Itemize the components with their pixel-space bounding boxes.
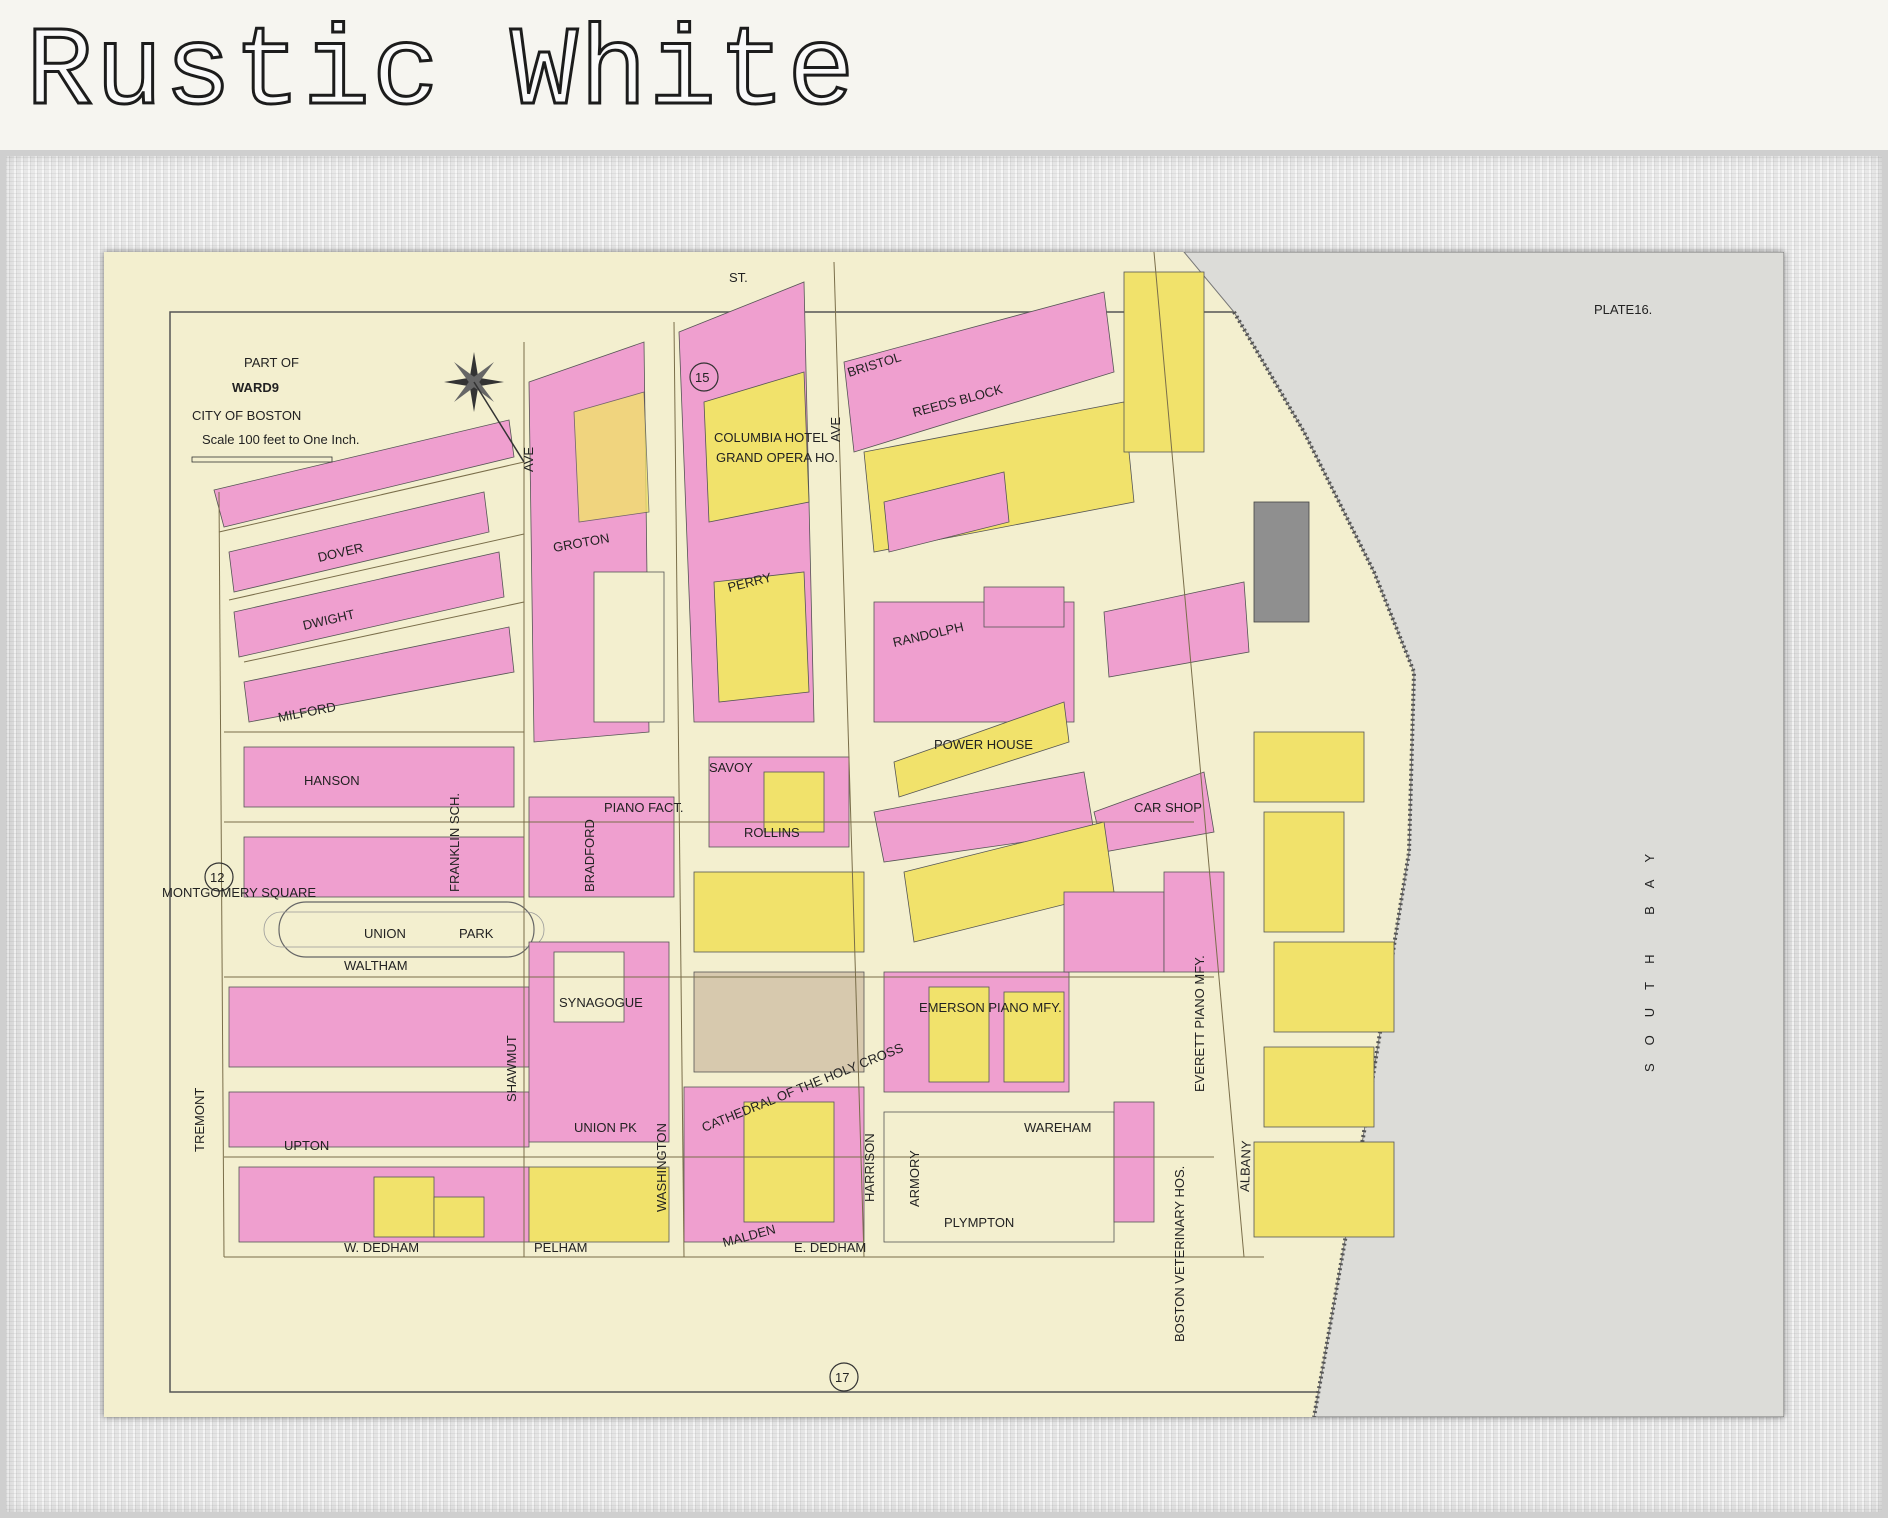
street-albany: ALBANY	[1237, 1140, 1254, 1192]
grand-opera-label: GRAND OPERA HO.	[716, 450, 838, 465]
map-canvas: PART OF WARD9 CITY OF BOSTON Scale 100 f…	[104, 252, 1784, 1417]
street-wareham: WAREHAM	[1024, 1120, 1091, 1135]
columbia-hotel-label: COLUMBIA HOTEL	[714, 430, 828, 445]
street-plympton: PLYMPTON	[944, 1215, 1014, 1230]
street-bradford: BRADFORD	[582, 819, 597, 892]
svg-text:15: 15	[695, 370, 709, 385]
car-shop-label: CAR SHOP	[1134, 800, 1202, 815]
south-bay-label: SOUTH BAY	[1642, 836, 1657, 1072]
street-rollins: ROLLINS	[744, 825, 800, 840]
street-shawmut: SHAWMUT	[504, 1035, 519, 1102]
street-upton: UPTON	[284, 1138, 329, 1153]
street-pelham: PELHAM	[534, 1240, 587, 1255]
street-savoy: SAVOY	[709, 760, 753, 775]
street-tremont: TREMONT	[192, 1088, 207, 1152]
street-e-dedham: E. DEDHAM	[794, 1240, 866, 1255]
scale-text: Scale 100 feet to One Inch.	[202, 432, 360, 447]
street-ave-shawmut: AVE	[521, 447, 536, 472]
power-house-label: POWER HOUSE	[934, 737, 1033, 752]
armory-label: ARMORY	[907, 1150, 922, 1207]
map-sheet: PART OF WARD9 CITY OF BOSTON Scale 100 f…	[104, 252, 1784, 1417]
svg-text:12: 12	[210, 870, 224, 885]
title-line-2: WARD9	[232, 380, 279, 395]
street-ave-harrison: AVE	[828, 417, 843, 442]
street-harrison: HARRISON	[862, 1133, 877, 1202]
union-park-label-2: PARK	[459, 926, 494, 941]
montgomery-square: MONTGOMERY SQUARE	[162, 885, 316, 900]
everett-piano-label: EVERETT PIANO MFY.	[1192, 955, 1207, 1092]
cathedral-footprint	[693, 971, 865, 1073]
franklin-sch-label: FRANKLIN SCH.	[447, 793, 462, 892]
boston-veterinary-label: BOSTON VETERINARY HOS.	[1172, 1166, 1187, 1342]
emerson-piano-label: EMERSON PIANO MFY.	[919, 1000, 1062, 1015]
piano-fact-label: PIANO FACT.	[604, 800, 683, 815]
title-line-3: CITY OF BOSTON	[192, 408, 301, 423]
plate-number: PLATE16.	[1594, 302, 1652, 317]
title-line-1: PART OF	[244, 355, 299, 370]
svg-text:17: 17	[835, 1370, 849, 1385]
street-hanson: HANSON	[304, 773, 360, 788]
union-park-label: UNION	[364, 926, 406, 941]
street-washington: WASHINGTON	[654, 1123, 669, 1212]
street-union-pk: UNION PK	[574, 1120, 637, 1135]
street-st-top: ST.	[729, 270, 748, 285]
synagogue-label: SYNAGOGUE	[559, 995, 643, 1010]
street-w-dedham: W. DEDHAM	[344, 1240, 419, 1255]
banner: Rustic White	[0, 0, 1888, 150]
union-park-oval	[278, 901, 535, 958]
street-waltham: WALTHAM	[344, 958, 408, 973]
banner-title: Rustic White	[25, 10, 857, 137]
